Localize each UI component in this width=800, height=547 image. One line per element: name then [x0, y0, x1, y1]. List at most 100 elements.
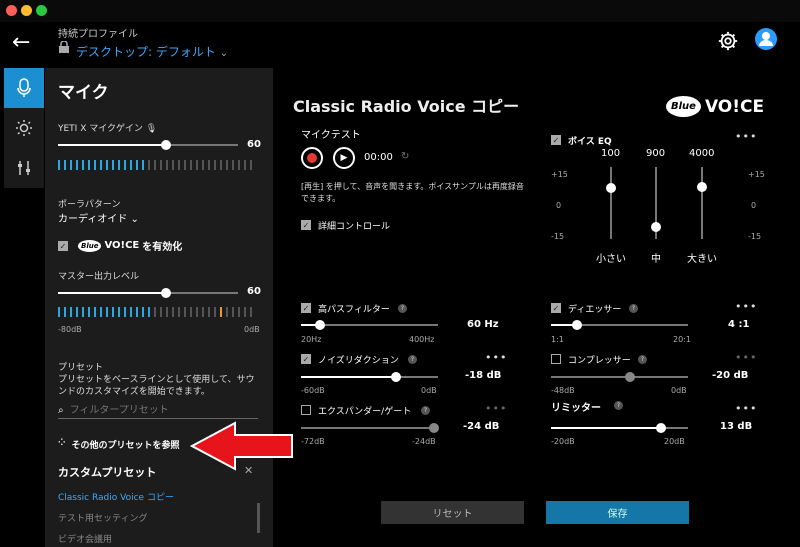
save-button[interactable]: 保存 [546, 501, 689, 524]
grid-icon: ⁘ [58, 438, 66, 448]
custom-preset-item[interactable]: ビデオ会議用 [58, 532, 112, 545]
master-slider[interactable] [58, 288, 238, 298]
limiter-label: リミッター [551, 403, 601, 414]
deesser-value-number: 4 [728, 319, 735, 330]
master-level-meter [58, 307, 252, 317]
advanced-controls-checkbox[interactable]: ✓ [301, 220, 311, 230]
profile-selector[interactable]: デスクトップ: デフォルト ⌄ [76, 43, 228, 60]
hpf-value-number: 60 [467, 319, 481, 330]
deesser-more-icon[interactable]: ••• [735, 300, 757, 313]
help-icon[interactable]: ? [408, 355, 417, 364]
expander-value: -24 dB [463, 421, 499, 432]
custom-preset-item[interactable]: テスト用セッティング [58, 511, 147, 524]
voice-enable-text: を有効化 [142, 242, 183, 253]
eq-scale-top-right: +15 [748, 170, 765, 179]
deesser-unit: :1 [738, 319, 750, 330]
limiter-more-icon[interactable]: ••• [735, 402, 757, 415]
browse-presets-link[interactable]: ⁘ その他のプリセットを参照 [58, 438, 180, 451]
compressor-min: -48dB [551, 386, 575, 395]
expander-more-icon[interactable]: ••• [485, 402, 507, 415]
record-button[interactable] [301, 147, 323, 169]
eq-bottom-small: 小さい [596, 254, 626, 265]
nr-slider[interactable] [301, 372, 438, 382]
play-hint: [再生] を押して、音声を聞きます。ボイスサンプルは再度録音できます。 [301, 182, 524, 203]
compressor-checkbox[interactable] [551, 354, 561, 364]
compressor-slider[interactable] [551, 372, 688, 382]
preset-scrollbar[interactable] [257, 503, 260, 533]
help-icon[interactable]: ? [638, 355, 647, 364]
expander-unit: dB [484, 421, 500, 432]
back-arrow-icon[interactable]: ← [12, 30, 30, 55]
hpf-checkbox[interactable]: ✓ [301, 303, 311, 313]
red-arrow-annotation [190, 421, 293, 471]
play-icon: ▶ [340, 153, 348, 163]
limiter-value-number: 13 [720, 421, 734, 432]
zoom-window-button[interactable] [36, 5, 47, 16]
nr-checkbox[interactable]: ✓ [301, 354, 311, 364]
nr-value: -18 dB [465, 370, 501, 381]
voice-logo-text: VO!CE [104, 240, 140, 251]
nr-more-icon[interactable]: ••• [485, 351, 507, 364]
compressor-unit: dB [733, 370, 749, 381]
hpf-slider[interactable] [301, 320, 438, 330]
nav-lighting[interactable] [4, 108, 44, 148]
deesser-label: ディエッサー [568, 305, 622, 315]
eq-knob-100[interactable] [606, 183, 616, 193]
gear-icon[interactable] [717, 30, 739, 52]
eq-knob-900[interactable] [651, 222, 661, 232]
gain-level-meter [58, 160, 252, 170]
voice-eq-checkbox[interactable]: ✓ [551, 135, 561, 145]
eq-scale-bottom-right: -15 [748, 232, 762, 241]
user-avatar[interactable] [755, 28, 777, 50]
title-bar [0, 0, 800, 22]
filter-preset-input[interactable] [69, 405, 240, 416]
reset-button[interactable]: リセット [381, 501, 524, 524]
lock-icon [59, 41, 69, 53]
limiter-slider[interactable] [551, 423, 688, 433]
advanced-controls-label: 詳細コントロール [318, 222, 391, 232]
compressor-more-icon[interactable]: ••• [735, 351, 757, 364]
hpf-min: 20Hz [301, 335, 322, 344]
compressor-max: 0dB [671, 386, 687, 395]
expander-checkbox[interactable] [301, 405, 311, 415]
polar-dropdown[interactable]: カーディオイド ⌄ [58, 210, 139, 225]
expander-value-number: -24 [463, 421, 482, 432]
help-icon[interactable]: ? [629, 304, 638, 313]
nr-min: -60dB [301, 386, 325, 395]
custom-preset-item[interactable]: Classic Radio Voice コピー [58, 490, 174, 503]
voice-enable-checkbox[interactable]: ✓ [58, 241, 68, 251]
nav-equalizer[interactable] [4, 148, 44, 188]
deesser-value: 4 :1 [728, 319, 749, 330]
master-value: 60 [247, 286, 261, 297]
nr-unit: dB [486, 370, 502, 381]
record-icon [307, 153, 317, 163]
replay-icon[interactable]: ↻ [401, 151, 409, 162]
eq-knob-4000[interactable] [697, 182, 707, 192]
voice-eq-more-icon[interactable]: ••• [735, 130, 757, 143]
profile-name: デスクトップ: デフォルト [76, 45, 216, 59]
preset-title: Classic Radio Voice コピー [293, 97, 520, 116]
expander-slider[interactable] [301, 423, 439, 433]
eq-slider-4000[interactable] [701, 167, 703, 239]
deesser-checkbox[interactable]: ✓ [551, 303, 561, 313]
nr-max: 0dB [421, 386, 437, 395]
filter-preset-search[interactable]: ⌕ [58, 403, 258, 419]
eq-band-4000: 4000 [689, 148, 715, 159]
mic-small-icon: 🎙 [145, 124, 158, 134]
hpf-label: 高パスフィルター [318, 305, 390, 315]
minimize-window-button[interactable] [21, 5, 32, 16]
voice-wordmark: VO!CE [704, 96, 765, 117]
expander-min: -72dB [301, 437, 325, 446]
sliders-icon [18, 161, 30, 175]
help-icon[interactable]: ? [398, 304, 407, 313]
mic-test-label: マイクテスト [301, 130, 361, 141]
nav-mic[interactable] [4, 68, 44, 108]
deesser-slider[interactable] [551, 320, 688, 330]
play-button[interactable]: ▶ [333, 147, 355, 169]
help-icon[interactable]: ? [421, 406, 430, 415]
help-icon[interactable]: ? [614, 401, 623, 410]
eq-slider-100[interactable] [610, 167, 612, 239]
gain-slider[interactable] [58, 140, 238, 150]
deesser-min: 1:1 [551, 335, 564, 344]
close-window-button[interactable] [6, 5, 17, 16]
